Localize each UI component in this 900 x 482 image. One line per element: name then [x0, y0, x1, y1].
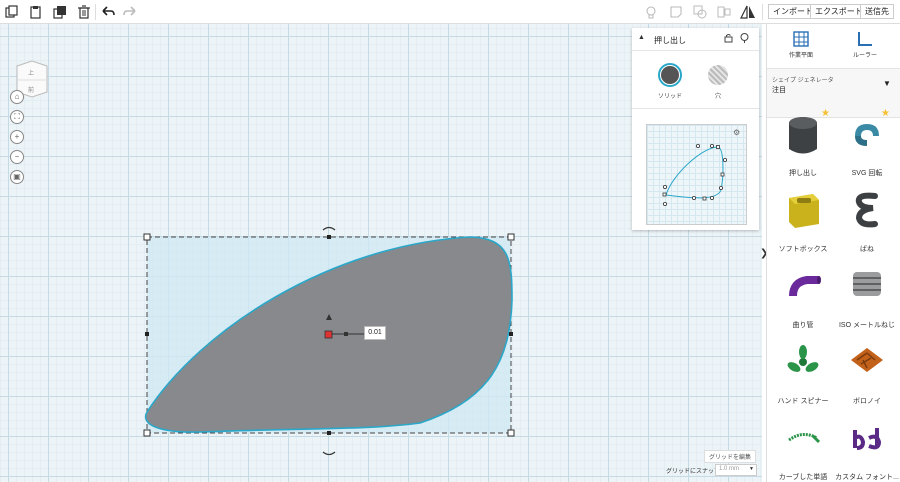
dimension-tick: [344, 332, 348, 336]
inspector-divider: [632, 50, 759, 51]
collapse-inspector-icon[interactable]: ▲: [638, 34, 645, 41]
shape-custom-font[interactable]: カスタム フォント...: [835, 414, 899, 482]
hand-spinner-icon: [787, 345, 819, 372]
edit-grid-button[interactable]: グリッドを編集: [704, 450, 757, 463]
send-to-button[interactable]: 送信先: [860, 4, 894, 19]
shape-extrusion[interactable]: 押し出し ★: [771, 108, 835, 182]
solid-button[interactable]: [658, 63, 682, 87]
bent-pipe-icon: [789, 276, 821, 297]
shape-iso-thread[interactable]: ISO メートルねじ: [835, 262, 899, 334]
inspector-title: 押し出し: [654, 36, 686, 45]
shape-hand-spinner[interactable]: ハンド スピナー: [771, 338, 835, 410]
shape-label: ソフトボックス: [778, 246, 828, 253]
toolbar-divider: [762, 4, 763, 20]
shape-softbox[interactable]: ソフトボックス: [771, 186, 835, 258]
voronoi-icon: [851, 348, 883, 372]
workplane-label: 作業平面: [788, 53, 813, 59]
shape-label: カスタム フォント...: [835, 474, 899, 481]
inspector-divider: [632, 108, 759, 109]
curved-word-icon: [788, 433, 821, 444]
shape-label: カーブした単語: [778, 474, 828, 481]
shape-spring[interactable]: ばね: [835, 186, 899, 258]
dropdown-label: シェイプ ジェネレータ: [772, 78, 834, 84]
dropdown-arrow-icon: ▼: [749, 466, 754, 472]
lock-icon[interactable]: [724, 33, 733, 45]
rotate-handle-icon[interactable]: [322, 226, 336, 231]
profile-curve-editor[interactable]: ⚙: [646, 124, 747, 225]
shape-label: SVG 回転: [851, 170, 883, 177]
dropdown-value: 注目: [772, 87, 786, 94]
star-icon: ★: [881, 108, 890, 119]
workplane-icon: [793, 31, 809, 47]
shape-inspector: ▲ 押し出し ソリッド 穴 ⚙: [632, 28, 759, 230]
workplane-tool[interactable]: 作業平面: [771, 30, 831, 59]
shape-voronoi[interactable]: ボロノイ: [835, 338, 899, 410]
revolve-icon: [855, 124, 879, 146]
spring-icon: [855, 192, 878, 228]
dimension-input[interactable]: 0.01: [364, 326, 386, 340]
extrusion-icon: [789, 117, 817, 154]
shape-label: ばね: [860, 246, 874, 253]
solid-swatch: [661, 66, 679, 84]
ruler-icon: [858, 32, 872, 46]
chevron-down-icon: ▼: [883, 79, 891, 88]
right-sidebar: 作業平面 ルーラー シェイプ ジェネレータ 注目 ▼ 押し出し ★ SVG 回転…: [766, 24, 900, 482]
snap-grid-label: グリッドにスナップ: [666, 469, 721, 475]
shape-label: ISO メートルねじ: [838, 322, 895, 329]
ruler-tool[interactable]: ルーラー: [835, 30, 895, 59]
shape-curved-word[interactable]: カーブした単語: [771, 414, 835, 482]
custom-font-icon: [853, 428, 882, 450]
shape-label: 曲り管: [792, 322, 814, 329]
rotate-handle-icon[interactable]: [322, 451, 336, 456]
shape-svg-revolve[interactable]: SVG 回転 ★: [835, 108, 899, 182]
softbox-icon: [789, 194, 819, 228]
light-bulb-icon[interactable]: [740, 33, 749, 46]
snap-grid-value: 1.0 mm: [719, 466, 740, 472]
shape-label: ハンド スピナー: [777, 398, 829, 405]
shape-bent-pipe[interactable]: 曲り管: [771, 262, 835, 334]
solid-label: ソリッド: [657, 94, 682, 100]
hole-label: 穴: [714, 94, 721, 100]
ruler-label: ルーラー: [852, 53, 877, 59]
shape-label: 押し出し: [789, 170, 817, 177]
thread-icon: [853, 272, 881, 296]
shape-label: ボロノイ: [853, 398, 881, 405]
hole-button[interactable]: [708, 65, 728, 85]
star-icon: ★: [821, 108, 830, 119]
snap-grid-select[interactable]: 1.0 mm ▼: [715, 464, 757, 476]
height-handle[interactable]: [324, 330, 333, 339]
